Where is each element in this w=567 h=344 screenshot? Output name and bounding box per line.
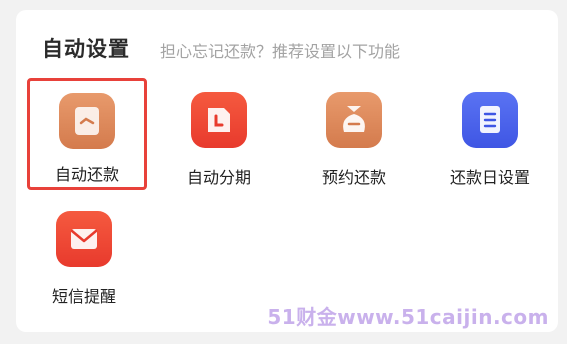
auto-installment-button[interactable]: 自动分期 xyxy=(164,80,274,190)
sms-reminder-button[interactable]: 短信提醒 xyxy=(29,199,139,309)
auto-installment-label: 自动分期 xyxy=(186,168,251,187)
section-subtitle: 担心忘记还款？推荐设置以下功能 xyxy=(160,42,401,61)
repay-date-settings-button[interactable]: 还款日设置 xyxy=(435,80,545,190)
auto-repay-label: 自动还款 xyxy=(54,165,119,184)
document-icon xyxy=(59,93,115,149)
book-icon xyxy=(462,92,518,148)
auto-repay-button[interactable]: 自动还款 xyxy=(27,78,147,190)
sms-reminder-label: 短信提醒 xyxy=(51,287,116,306)
section-title: 自动设置 xyxy=(42,37,130,61)
calendar-icon xyxy=(191,92,247,148)
repay-date-settings-label: 还款日设置 xyxy=(449,168,530,187)
money-bag-icon xyxy=(326,92,382,148)
mail-icon xyxy=(56,211,112,267)
scheduled-repay-label: 预约还款 xyxy=(321,168,386,187)
watermark: 51财金www.51caijin.com xyxy=(267,305,549,329)
scheduled-repay-button[interactable]: 预约还款 xyxy=(299,80,409,190)
